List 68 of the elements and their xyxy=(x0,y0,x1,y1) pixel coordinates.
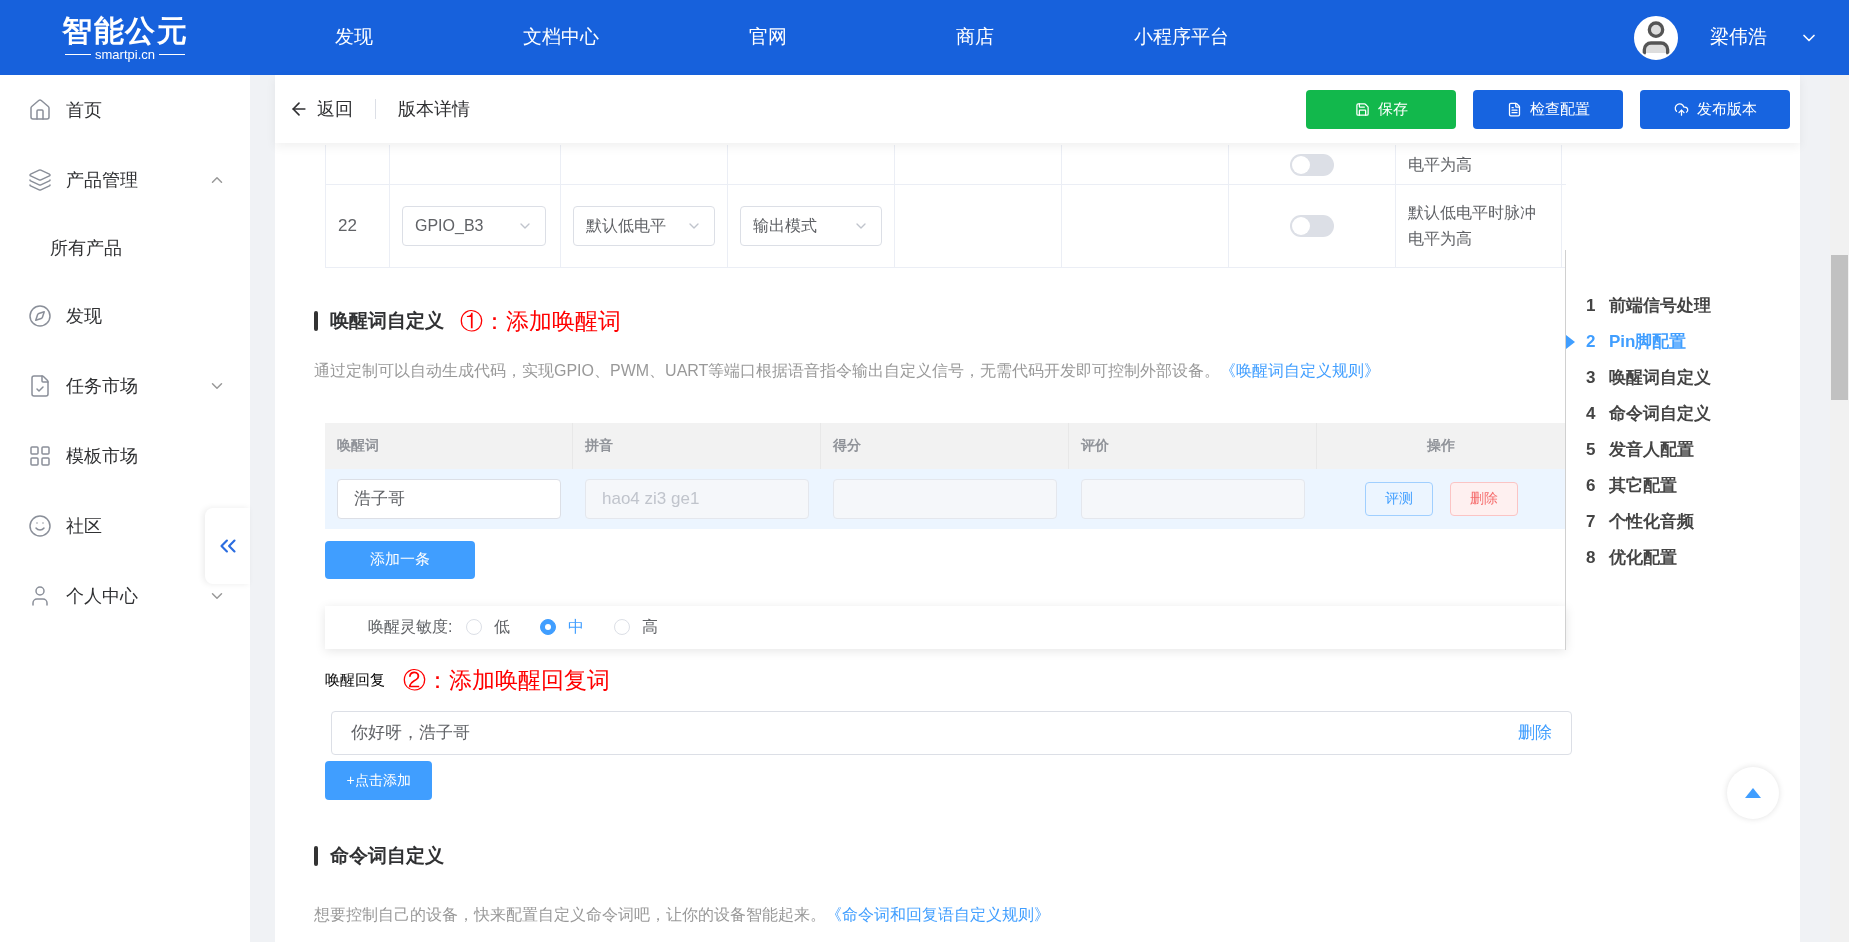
sidebar-item[interactable]: 任务市场 xyxy=(0,351,250,421)
section-title: 唤醒词自定义 xyxy=(330,309,444,333)
annotation: ①：添加唤醒词 xyxy=(460,307,621,336)
radio-button[interactable] xyxy=(540,619,557,635)
toolbar-button[interactable]: 检查配置 xyxy=(1473,89,1623,129)
sensitivity-label: 唤醒灵敏度: xyxy=(368,617,453,637)
triangle-up-icon xyxy=(1745,788,1761,798)
section-title: 命令词自定义 xyxy=(330,844,444,868)
outline-item[interactable]: 5 发音人配置 xyxy=(1566,432,1800,468)
back-link[interactable]: 返回 xyxy=(289,95,353,123)
page-title: 版本详情 xyxy=(398,97,470,121)
reply-label: 唤醒回复 xyxy=(325,669,385,690)
section-marker xyxy=(314,311,318,332)
scrollbar-thumb[interactable] xyxy=(1831,255,1848,400)
sidebar-item[interactable]: 模板市场 xyxy=(0,421,250,491)
menu-icon xyxy=(28,304,52,328)
wake-word-field[interactable]: 浩子哥 xyxy=(337,478,561,519)
outline-item[interactable]: 1 前端信号处理 xyxy=(1566,288,1800,324)
radio-option[interactable]: 高 xyxy=(614,615,659,639)
menu-icon xyxy=(28,98,52,122)
section-description: 想要控制自己的设备，快来配置自定义命令词吧，让你的设备智能起来。《命令词和回复语自定义规则》 xyxy=(314,904,1051,925)
nav-link[interactable]: 发现 xyxy=(250,23,457,52)
column-header: 得分 xyxy=(833,436,861,455)
column-header: 唤醒词 xyxy=(337,436,379,455)
reply-text: 你好呀，浩子哥 xyxy=(351,722,470,745)
toolbar-button[interactable]: 发布版本 xyxy=(1640,89,1790,129)
nav-link[interactable]: 官网 xyxy=(664,23,871,52)
table-cell-text: 电平为高 xyxy=(1408,154,1472,175)
collapse-button[interactable] xyxy=(205,508,250,584)
menu-icon xyxy=(28,514,52,538)
select-field[interactable]: GPIO_B3 xyxy=(402,206,546,246)
section-marker xyxy=(314,846,318,867)
column-header: 评价 xyxy=(1081,436,1109,455)
menu-icon xyxy=(28,444,52,468)
sidebar-item[interactable]: 发现 xyxy=(0,281,250,351)
nav-link[interactable]: 文档中心 xyxy=(457,23,664,52)
outline-item[interactable]: 4 命令词自定义 xyxy=(1566,396,1800,432)
nav-link[interactable]: 小程序平台 xyxy=(1078,23,1285,52)
user-name[interactable]: 梁伟浩 xyxy=(1710,23,1767,52)
document-icon xyxy=(1506,101,1522,117)
reply-field[interactable]: 你好呀，浩子哥 删除 xyxy=(331,711,1572,755)
outline-item[interactable]: 8 优化配置 xyxy=(1566,540,1800,576)
column-header: 操作 xyxy=(1427,436,1455,455)
menu-icon xyxy=(28,374,52,398)
avatar-icon[interactable] xyxy=(1634,15,1678,60)
sidebar-item[interactable]: 产品管理 xyxy=(0,145,250,215)
nav-link[interactable]: 商店 xyxy=(871,23,1078,52)
toggle-switch[interactable] xyxy=(1290,153,1334,176)
logo[interactable]: 智能公元 smartpi.cn xyxy=(0,13,250,62)
active-marker-icon xyxy=(1566,335,1575,349)
menu-icon xyxy=(28,168,52,192)
outline-item[interactable]: 7 个性化音频 xyxy=(1566,504,1800,540)
column-header: 拼音 xyxy=(585,436,613,455)
select-field[interactable]: 默认低电平 xyxy=(573,206,715,246)
outline-item[interactable]: 6 其它配置 xyxy=(1566,468,1800,504)
annotation: ②：添加唤醒回复词 xyxy=(403,665,610,695)
section-description: 通过定制可以自动生成代码，实现GPIO、PWM、UART等端口根据语音指令输出自定义信号，无需代码开发即可控制外部设备。《唤醒词自定义规则》 xyxy=(314,360,1382,381)
toggle-switch[interactable] xyxy=(1290,215,1334,237)
sidebar-item[interactable]: 首页 xyxy=(0,75,250,145)
sidebar-item[interactable]: 个人中心 xyxy=(0,561,250,631)
sidebar-subitem[interactable]: 所有产品 xyxy=(0,215,250,281)
table-cell-text: 默认低电平时脉冲电平为高 xyxy=(1408,203,1537,249)
radio-option[interactable]: 低 xyxy=(466,615,511,639)
select-field[interactable]: 输出模式 xyxy=(740,206,882,246)
save-icon xyxy=(1354,101,1370,117)
table-cell-text: 22 xyxy=(338,215,357,238)
outline-item[interactable]: 3 唤醒词自定义 xyxy=(1566,360,1800,396)
cloud-upload-icon xyxy=(1673,101,1689,117)
